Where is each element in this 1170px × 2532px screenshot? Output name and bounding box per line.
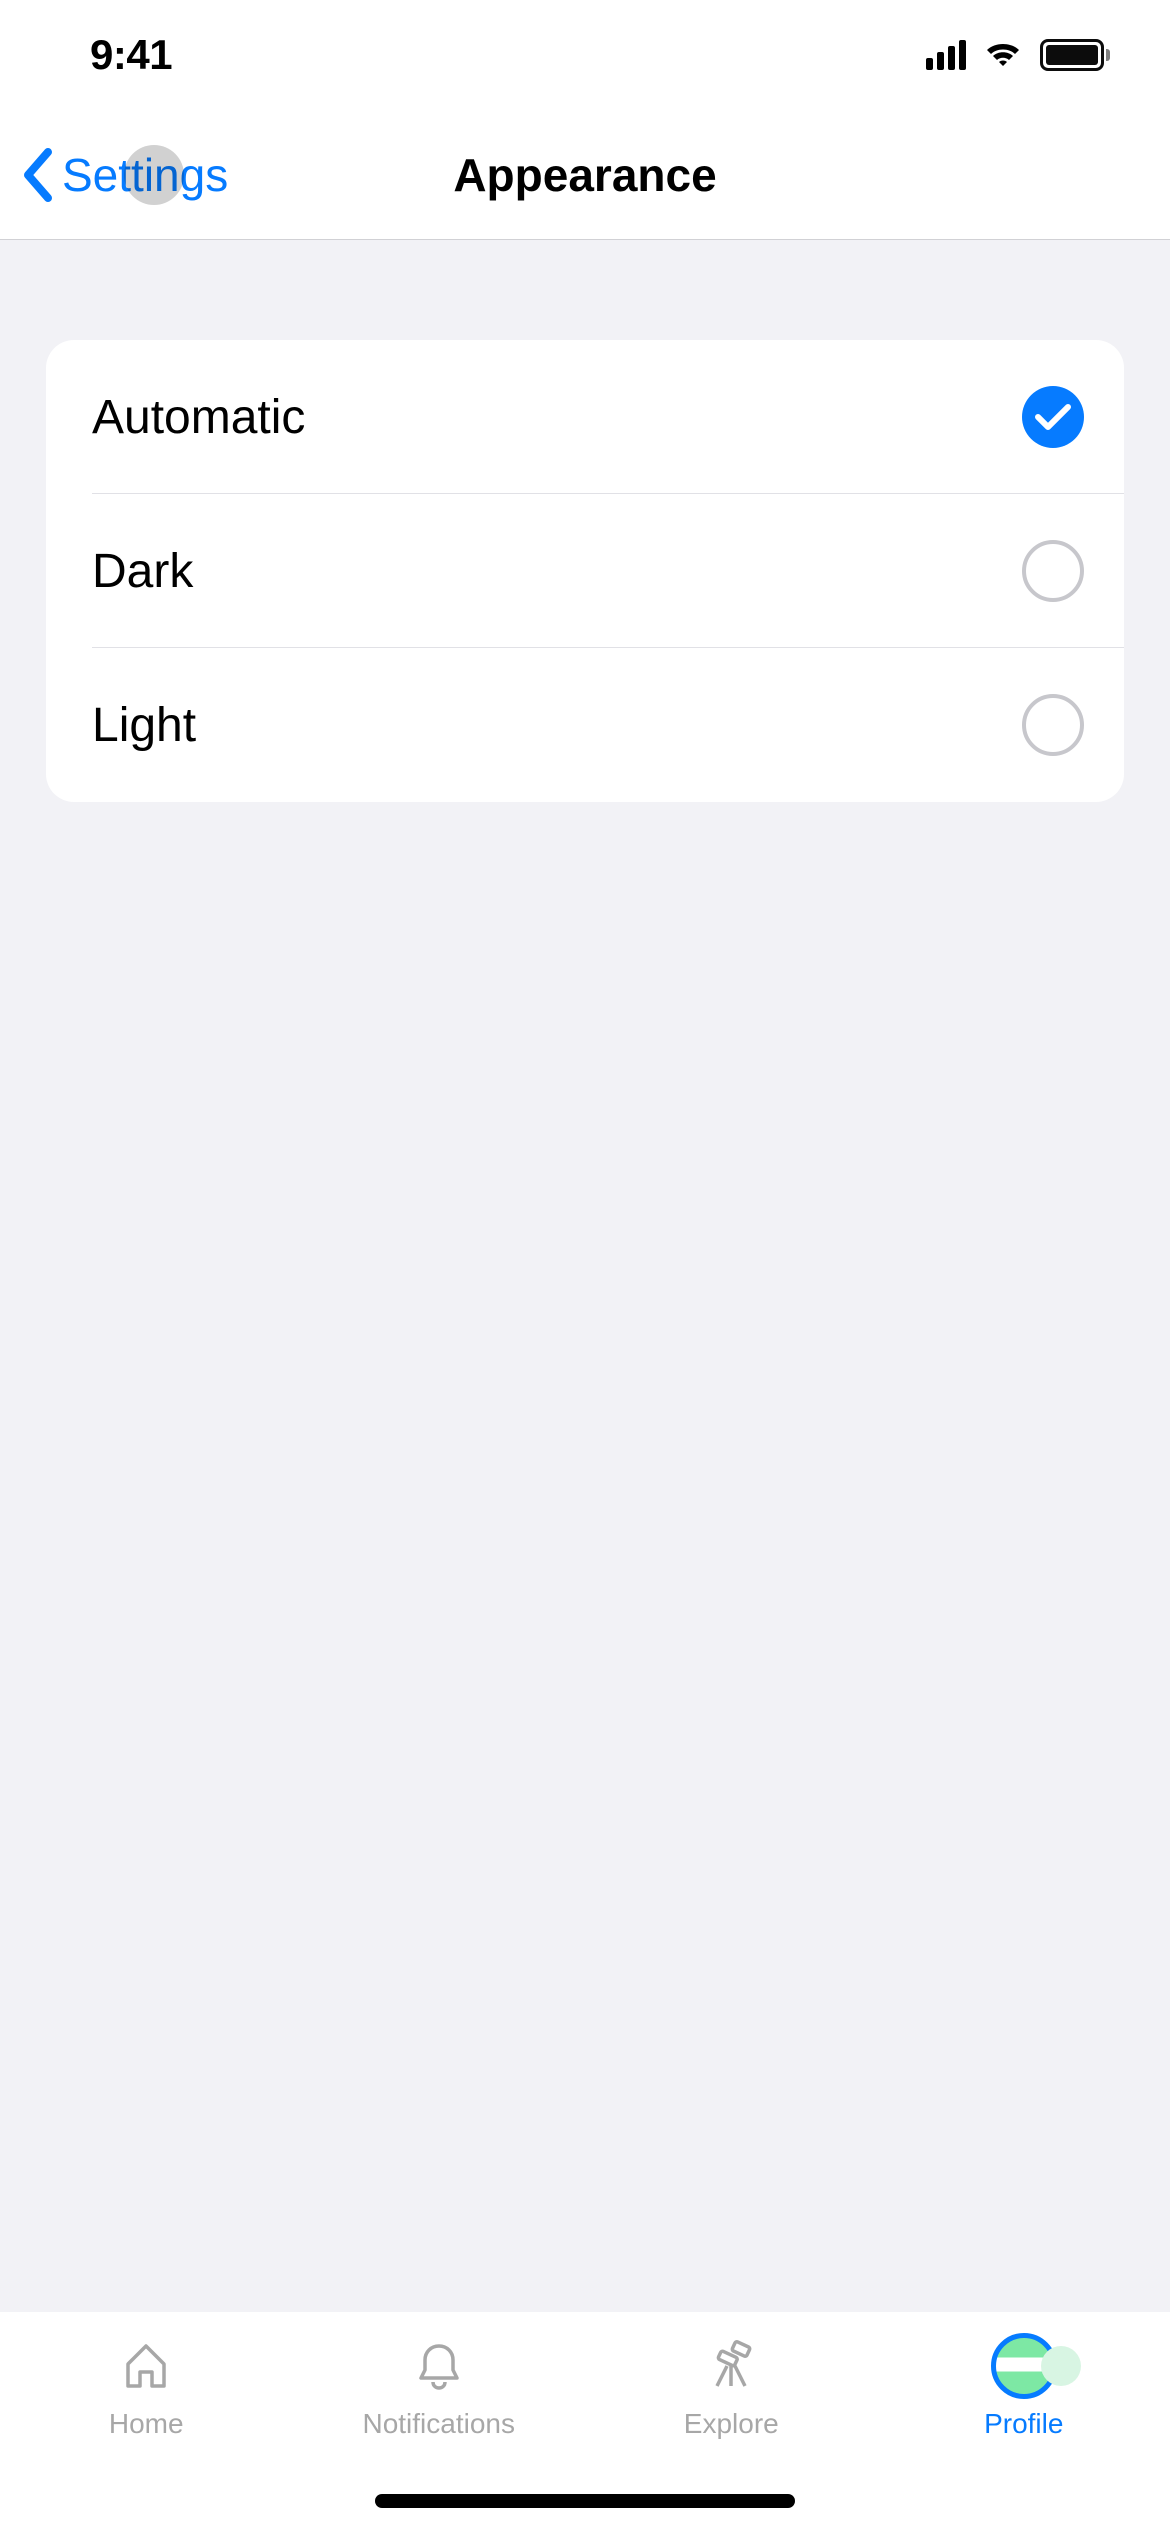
status-indicators xyxy=(926,39,1110,71)
chevron-left-icon xyxy=(20,148,56,202)
tab-explore[interactable]: Explore xyxy=(585,2336,878,2440)
radio-unselected-icon xyxy=(1022,540,1084,602)
option-light[interactable]: Light xyxy=(46,648,1124,802)
option-label: Automatic xyxy=(92,390,305,445)
battery-icon xyxy=(1040,39,1110,71)
tab-label: Explore xyxy=(684,2408,779,2440)
option-dark[interactable]: Dark xyxy=(46,494,1124,648)
nav-bar: Settings Appearance xyxy=(0,110,1170,240)
telescope-icon xyxy=(703,2338,759,2394)
wifi-icon xyxy=(982,40,1024,70)
status-bar: 9:41 xyxy=(0,0,1170,110)
tab-label: Notifications xyxy=(362,2408,515,2440)
tab-notifications[interactable]: Notifications xyxy=(293,2336,586,2440)
radio-selected-icon xyxy=(1022,386,1084,448)
content: Automatic Dark Light xyxy=(0,240,1170,802)
status-time: 9:41 xyxy=(90,31,172,79)
cellular-icon xyxy=(926,40,966,70)
tab-profile[interactable]: Profile xyxy=(878,2336,1170,2440)
radio-unselected-icon xyxy=(1022,694,1084,756)
option-label: Light xyxy=(92,698,196,753)
page-title: Appearance xyxy=(453,148,716,202)
back-button[interactable]: Settings xyxy=(0,148,228,202)
option-automatic[interactable]: Automatic xyxy=(46,340,1124,494)
home-icon xyxy=(118,2338,174,2394)
avatar-overflow xyxy=(1041,2346,1081,2386)
back-label: Settings xyxy=(62,148,228,202)
bell-icon xyxy=(411,2338,467,2394)
option-label: Dark xyxy=(92,544,193,599)
appearance-options: Automatic Dark Light xyxy=(46,340,1124,802)
tab-home[interactable]: Home xyxy=(0,2336,293,2440)
tab-label: Home xyxy=(109,2408,184,2440)
tab-label: Profile xyxy=(984,2408,1063,2440)
home-indicator[interactable] xyxy=(375,2494,795,2508)
